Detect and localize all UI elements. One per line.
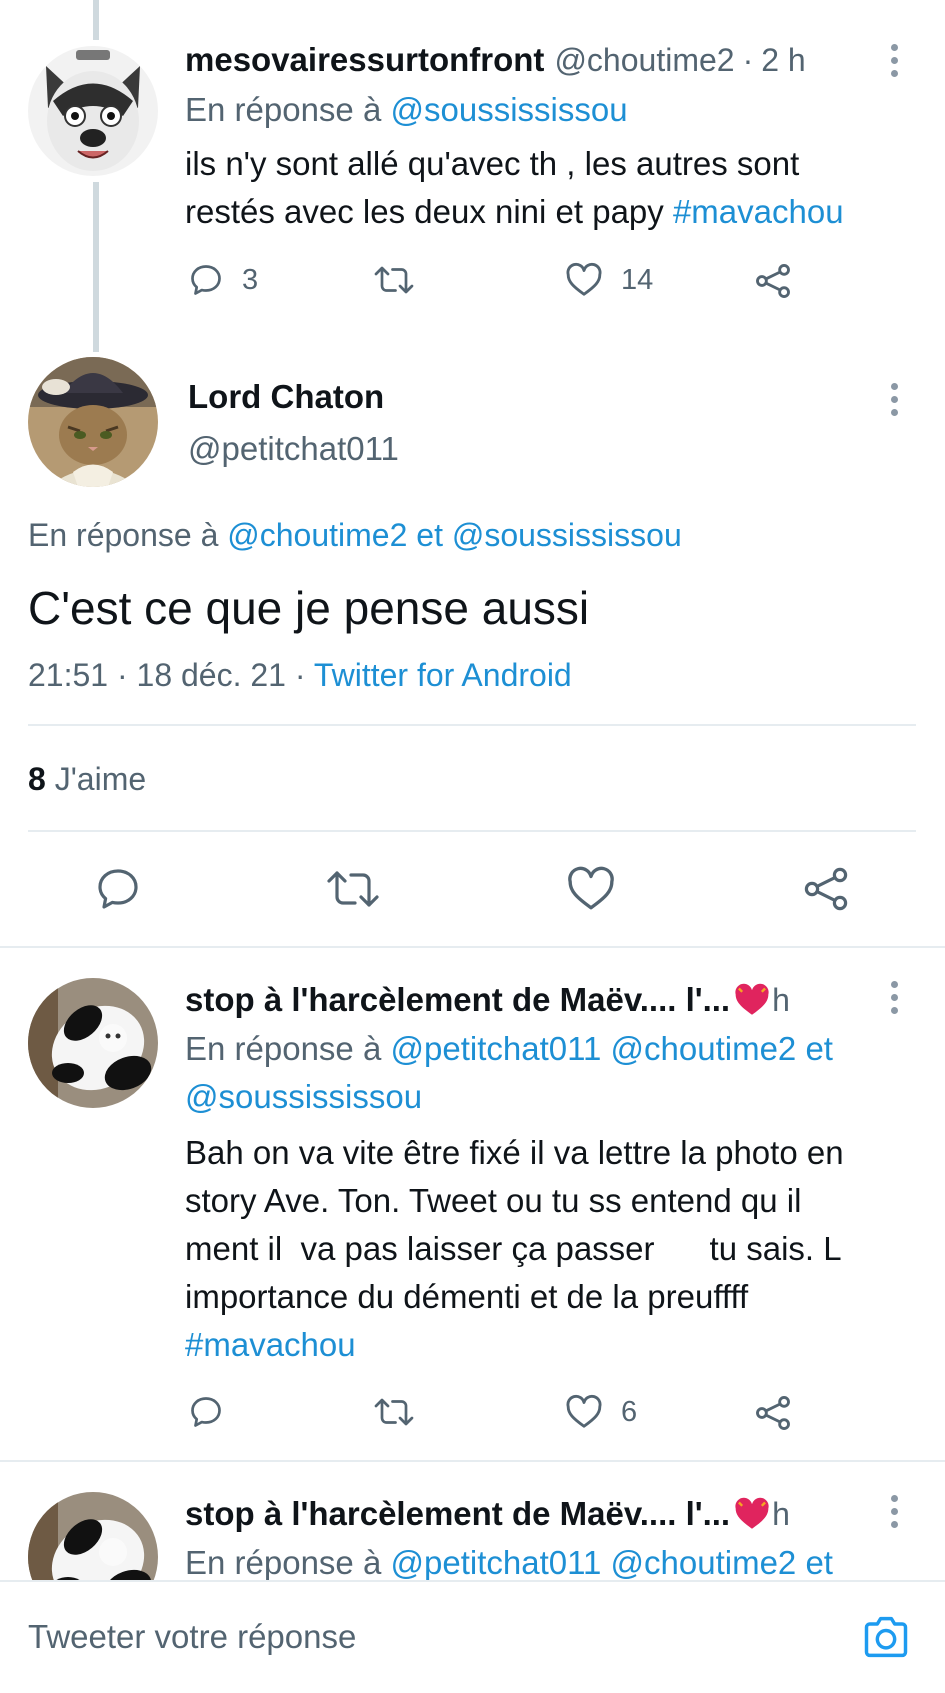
tweet-text-line: ils n'y sont allé qu'avec th , les autre… xyxy=(185,145,800,182)
timestamp[interactable]: h xyxy=(772,1496,790,1533)
tweet-header: stop à l'harcèlement de Maëv.... l'... h xyxy=(185,1490,790,1538)
cat-avatar-image xyxy=(28,357,158,487)
tweet-text: C'est ce que je pense aussi xyxy=(28,582,590,634)
reply-context: En réponse à @choutime2 et @soussississo… xyxy=(28,512,682,558)
tweet-header: mesovairessurtonfront @choutime2 · 2 h xyxy=(185,36,806,84)
hashtag-link[interactable]: #mavachou xyxy=(185,1321,925,1369)
tweet-text-line: Bah on va vite être fixé il va lettre la… xyxy=(185,1134,844,1171)
tweet-meta: 21:51 · 18 déc. 21 · Twitter for Android xyxy=(28,652,572,698)
retweet-button[interactable] xyxy=(372,1394,416,1430)
reply-button[interactable] xyxy=(188,1394,224,1430)
like-button[interactable]: 14 xyxy=(565,262,653,298)
mention-link[interactable]: @soussississou xyxy=(452,517,682,553)
heart-icon xyxy=(568,866,614,910)
more-options-icon[interactable] xyxy=(891,981,901,1020)
reply-prefix: En réponse à xyxy=(185,1544,382,1581)
camera-button[interactable] xyxy=(860,1611,912,1663)
comment-icon xyxy=(191,265,221,295)
retweet-button[interactable] xyxy=(372,262,416,298)
share-button[interactable] xyxy=(754,262,792,300)
tweet-text-line: importance du démenti et de la preuffff xyxy=(185,1278,749,1315)
timestamp[interactable]: h xyxy=(772,982,790,1019)
reply-composer: Tweeter votre réponse xyxy=(0,1580,945,1693)
mention-and: et xyxy=(805,1030,833,1067)
separator: · xyxy=(742,41,754,78)
share-button[interactable] xyxy=(754,1394,792,1432)
likes-count: 8 xyxy=(28,761,46,797)
share-icon xyxy=(756,1396,790,1430)
display-name[interactable]: Lord Chaton xyxy=(188,375,384,419)
mention-link[interactable]: @petitchat011 xyxy=(390,1544,601,1581)
mention-link[interactable]: @choutime2 xyxy=(611,1030,797,1067)
tweet-source-link[interactable]: Twitter for Android xyxy=(314,657,572,693)
cat-avatar-image xyxy=(28,978,158,1108)
like-button[interactable]: 6 xyxy=(565,1394,637,1430)
tweet-text: Bah on va vite être fixé il va lettre la… xyxy=(185,1129,925,1369)
mention-link[interactable]: @choutime2 xyxy=(611,1544,797,1581)
tweet-datetime[interactable]: 21:51 · 18 déc. 21 · xyxy=(28,657,306,693)
display-name[interactable]: mesovairessurtonfront xyxy=(185,41,544,79)
thread-line xyxy=(93,182,99,352)
avatar[interactable] xyxy=(28,46,158,176)
divider xyxy=(0,946,945,948)
like-button[interactable] xyxy=(566,865,616,913)
more-options-icon[interactable] xyxy=(891,44,901,83)
hashtag-link[interactable]: #mavachou xyxy=(673,193,844,230)
red-heart-emoji-icon xyxy=(735,1497,769,1529)
reply-button[interactable] xyxy=(94,865,142,913)
retweet-icon xyxy=(327,871,379,907)
handle[interactable]: @choutime2 xyxy=(554,42,734,79)
share-icon xyxy=(804,867,848,911)
divider xyxy=(0,1460,945,1462)
likes-summary[interactable]: 8 J'aime xyxy=(28,756,146,802)
display-name[interactable]: stop à l'harcèlement de Maëv.... l'... xyxy=(185,981,730,1019)
mention-and: et xyxy=(805,1544,833,1581)
heart-icon xyxy=(566,1394,602,1428)
reply-prefix: En réponse à xyxy=(185,1030,382,1067)
divider xyxy=(28,830,916,832)
mention-and: et xyxy=(416,517,443,553)
tweet-header: stop à l'harcèlement de Maëv.... l'... h xyxy=(185,976,790,1024)
mention-link[interactable]: @petitchat011 xyxy=(390,1030,601,1067)
mention-link[interactable]: @soussississou xyxy=(390,91,627,128)
reply-button[interactable]: 3 xyxy=(188,262,258,298)
reply-context: En réponse à @petitchat011 @choutime2 et… xyxy=(185,1025,905,1121)
likes-label: J'aime xyxy=(54,761,147,797)
retweet-icon xyxy=(374,266,414,294)
mention-link[interactable]: @soussississou xyxy=(185,1078,422,1115)
share-button[interactable] xyxy=(802,865,850,913)
comment-icon xyxy=(98,869,138,909)
more-options-icon[interactable] xyxy=(891,383,901,422)
handle[interactable]: @petitchat011 xyxy=(188,427,399,471)
thread-line-top xyxy=(93,0,99,40)
reply-input-placeholder: Tweeter votre réponse xyxy=(28,1618,357,1655)
tweet-text-line: ment il va pas laisser ça passer tu sais… xyxy=(185,1230,842,1267)
mention-link[interactable]: @choutime2 xyxy=(227,517,407,553)
reply-prefix: En réponse à xyxy=(28,517,219,553)
tweet-text: ils n'y sont allé qu'avec th , les autre… xyxy=(185,140,905,236)
comment-icon xyxy=(191,1397,221,1427)
reply-prefix: En réponse à xyxy=(185,91,382,128)
like-count: 6 xyxy=(621,1395,638,1428)
dog-avatar-image xyxy=(28,46,158,176)
reply-input[interactable]: Tweeter votre réponse xyxy=(28,1582,828,1692)
tweet-text-line: restés avec les deux nini et papy xyxy=(185,193,673,230)
red-heart-emoji-icon xyxy=(735,983,769,1015)
camera-icon xyxy=(864,1616,908,1658)
avatar[interactable] xyxy=(28,978,158,1108)
reply-count: 3 xyxy=(242,263,259,296)
retweet-button[interactable] xyxy=(324,865,382,913)
timestamp[interactable]: 2 h xyxy=(761,42,805,79)
more-options-icon[interactable] xyxy=(891,1495,901,1534)
display-name[interactable]: stop à l'harcèlement de Maëv.... l'... xyxy=(185,1495,730,1533)
reply-context: En réponse à @soussississou xyxy=(185,86,628,134)
heart-icon xyxy=(566,262,602,296)
divider xyxy=(28,724,916,726)
like-count: 14 xyxy=(621,263,654,296)
avatar[interactable] xyxy=(28,357,158,487)
retweet-icon xyxy=(374,1398,414,1426)
tweet-text-line: story Ave. Ton. Tweet ou tu ss entend qu… xyxy=(185,1182,802,1219)
share-icon xyxy=(756,264,790,298)
